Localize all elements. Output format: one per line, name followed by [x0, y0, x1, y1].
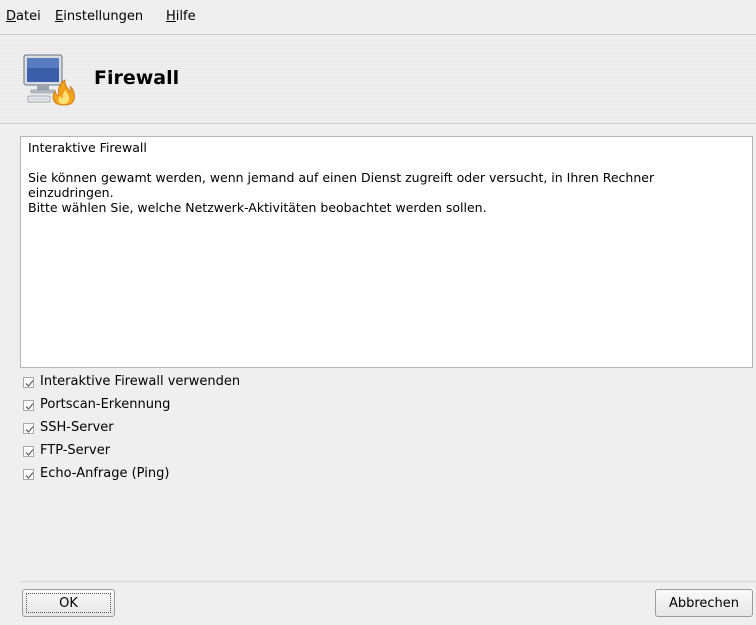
menu-datei[interactable]: Datei	[6, 9, 41, 25]
option-label: FTP-Server	[40, 443, 111, 458]
option-label: SSH-Server	[40, 420, 114, 435]
firewall-computer-flame-icon	[22, 53, 78, 109]
option-ftp-server[interactable]: FTP-Server	[23, 442, 110, 460]
description-text-area[interactable]: Interaktive Firewall Sie können gewamt w…	[20, 136, 753, 368]
description-line-3: Bitte wählen Sie, welche Netzwerk-Aktivi…	[28, 200, 487, 215]
page-title: Firewall	[94, 67, 180, 89]
button-bar-divider	[20, 581, 756, 582]
checkbox-checked-icon[interactable]	[23, 422, 34, 434]
header-banner: Firewall	[0, 35, 756, 124]
menu-hilfe[interactable]: Hilfe	[166, 9, 196, 25]
checkbox-checked-icon[interactable]	[23, 468, 34, 480]
checkbox-checked-icon[interactable]	[23, 445, 34, 457]
menu-einstellungen[interactable]: Einstellungen	[55, 9, 143, 25]
option-echo-request[interactable]: Echo-Anfrage (Ping)	[23, 465, 169, 483]
menu-bar: Datei Einstellungen Hilfe	[0, 0, 756, 34]
option-interactive-firewall[interactable]: Interaktive Firewall verwenden	[23, 373, 240, 391]
focus-indicator	[26, 593, 111, 613]
option-label: Interaktive Firewall verwenden	[40, 374, 241, 389]
menu-einstellungen-label: Einstellungen	[55, 9, 144, 24]
option-label: Portscan-Erkennung	[40, 397, 171, 412]
checkbox-checked-icon[interactable]	[23, 376, 34, 388]
menu-hilfe-label: Hilfe	[166, 9, 196, 24]
option-ssh-server[interactable]: SSH-Server	[23, 419, 114, 437]
ok-button[interactable]: OK	[22, 589, 115, 617]
description-heading: Interaktive Firewall	[28, 140, 147, 155]
option-label: Echo-Anfrage (Ping)	[40, 466, 170, 481]
menu-datei-label: Datei	[6, 9, 41, 24]
cancel-button-label: Abbrechen	[668, 595, 740, 611]
description-line-2: einzudringen.	[28, 185, 114, 200]
cancel-button[interactable]: Abbrechen	[655, 589, 753, 617]
description-line-1: Sie können gewamt werden, wenn jemand au…	[28, 170, 655, 185]
checkbox-checked-icon[interactable]	[23, 399, 34, 411]
option-portscan[interactable]: Portscan-Erkennung	[23, 396, 170, 414]
